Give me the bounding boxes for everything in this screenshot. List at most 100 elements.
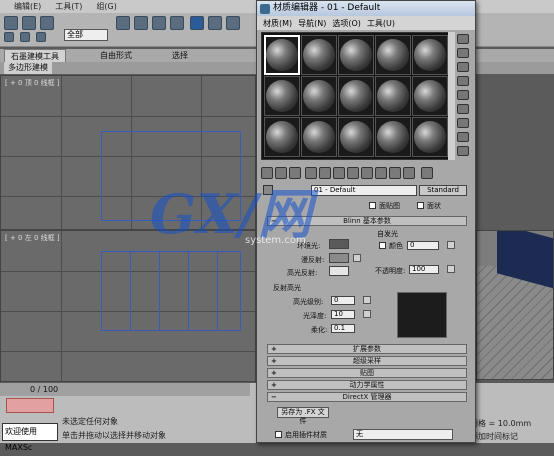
diffuse-map-button[interactable] — [353, 254, 361, 262]
maxscript-listener[interactable] — [6, 398, 54, 413]
menu-group[interactable]: 组(G) — [96, 1, 116, 12]
opacity-map-button[interactable] — [447, 265, 455, 273]
add-time-tag[interactable]: 添加时间标记 — [470, 431, 518, 442]
menu-navigation[interactable]: 导航(N) — [298, 18, 326, 29]
put-to-library-icon[interactable] — [333, 167, 345, 179]
material-sphere-preview — [340, 39, 372, 71]
material-sample-slot[interactable] — [375, 35, 411, 75]
options-icon[interactable] — [457, 118, 469, 128]
move-icon[interactable] — [190, 16, 204, 30]
viewport-perspective[interactable] — [476, 230, 554, 380]
window-crossing-icon[interactable] — [170, 16, 184, 30]
select-object-icon[interactable] — [116, 16, 130, 30]
opacity-spinner[interactable]: 100 — [409, 265, 439, 274]
sample-type-icon[interactable] — [457, 34, 469, 44]
material-editor-titlebar[interactable]: 材质编辑器 - 01 - Default — [257, 1, 475, 16]
backlight-icon[interactable] — [457, 48, 469, 58]
link-icon[interactable] — [40, 16, 54, 30]
material-sample-slot[interactable] — [264, 117, 300, 157]
tab-poly-modeling[interactable]: 多边形建模 — [4, 62, 52, 74]
scale-icon[interactable] — [226, 16, 240, 30]
material-sample-slot[interactable] — [338, 117, 374, 157]
material-sample-slot[interactable] — [375, 76, 411, 116]
show-end-result-icon[interactable] — [375, 167, 387, 179]
viewport-left-label[interactable]: [ + 0 左 0 线框 ] — [5, 233, 60, 243]
pick-from-object-icon[interactable] — [421, 167, 433, 179]
self-illum-map-button[interactable] — [447, 241, 455, 249]
undo-icon[interactable] — [4, 16, 18, 30]
spec-level-spinner[interactable]: 0 — [331, 296, 355, 305]
material-sample-slot[interactable] — [301, 35, 337, 75]
time-slider[interactable]: 0 / 100 — [0, 383, 250, 396]
select-by-material-icon[interactable] — [457, 132, 469, 142]
tab-selection[interactable]: 选择 — [166, 49, 194, 62]
material-sample-slot[interactable] — [375, 117, 411, 157]
material-sample-slot[interactable] — [338, 76, 374, 116]
diffuse-swatch[interactable] — [329, 253, 349, 263]
material-sphere-preview — [414, 121, 446, 153]
rollout-dynamics[interactable]: + 动力学属性 — [267, 380, 467, 390]
uv-tiling-icon[interactable] — [457, 76, 469, 86]
angle-snap-icon[interactable] — [20, 32, 30, 42]
self-illum-spinner[interactable]: 0 — [407, 241, 439, 250]
material-sample-slot[interactable] — [412, 76, 448, 116]
select-by-name-icon[interactable] — [134, 16, 148, 30]
material-sample-slot[interactable] — [301, 117, 337, 157]
enable-plugin-checkbox[interactable] — [275, 431, 282, 438]
video-color-check-icon[interactable] — [457, 90, 469, 100]
rollout-directx-manager[interactable]: − DirectX 管理器 — [267, 392, 467, 402]
material-id-channel-icon[interactable] — [347, 167, 359, 179]
material-sample-slot[interactable] — [301, 76, 337, 116]
viewport-left[interactable]: [ + 0 左 0 线框 ] — [0, 230, 256, 382]
viewport-top-label[interactable]: [ + 0 顶 0 线框 ] — [5, 78, 60, 88]
menu-edit[interactable]: 编辑(E) — [14, 1, 41, 12]
specular-swatch[interactable] — [329, 266, 349, 276]
percent-snap-icon[interactable] — [36, 32, 46, 42]
rollout-supersampling[interactable]: + 超级采样 — [267, 356, 467, 366]
background-icon[interactable] — [457, 62, 469, 72]
rollout-extended-params[interactable]: + 扩展参数 — [267, 344, 467, 354]
glossiness-map-button[interactable] — [363, 310, 371, 318]
redo-icon[interactable] — [22, 16, 36, 30]
menu-utilities[interactable]: 工具(U) — [367, 18, 395, 29]
faceted-checkbox[interactable] — [417, 202, 424, 209]
material-name-field[interactable]: 01 - Default — [311, 185, 417, 196]
go-to-parent-icon[interactable] — [389, 167, 401, 179]
rect-select-icon[interactable] — [152, 16, 166, 30]
material-editor-title: 材质编辑器 - 01 - Default — [273, 3, 381, 13]
spec-level-map-button[interactable] — [363, 296, 371, 304]
material-sample-slot[interactable] — [338, 35, 374, 75]
glossiness-spinner[interactable]: 10 — [331, 310, 355, 319]
tab-graphite-modeling[interactable]: 石墨建模工具 — [4, 49, 66, 62]
snap-icon[interactable] — [4, 32, 14, 42]
material-sample-slot[interactable] — [264, 76, 300, 116]
highlight-curve-preview — [397, 292, 447, 338]
ambient-swatch[interactable] — [329, 239, 349, 249]
rotate-icon[interactable] — [208, 16, 222, 30]
material-sphere-preview — [377, 39, 409, 71]
save-fx-button[interactable]: 另存为 .FX 文件 — [277, 407, 329, 425]
face-map-checkbox[interactable] — [369, 202, 376, 209]
soften-spinner[interactable]: 0.1 — [331, 324, 355, 333]
material-sample-slot[interactable] — [264, 35, 300, 75]
material-navigator-icon[interactable] — [457, 146, 469, 156]
material-type-button[interactable]: Standard — [419, 185, 467, 196]
menu-options[interactable]: 选项(O) — [332, 18, 361, 29]
menu-material[interactable]: 材质(M) — [263, 18, 292, 29]
menu-tools[interactable]: 工具(T) — [55, 1, 82, 12]
material-sample-slot[interactable] — [412, 35, 448, 75]
sample-slots-scrollbar[interactable] — [448, 32, 455, 160]
material-sample-slot[interactable] — [412, 117, 448, 157]
make-unique-icon[interactable] — [319, 167, 331, 179]
rollout-maps[interactable]: + 贴图 — [267, 368, 467, 378]
glossiness-label: 光泽度: — [303, 312, 327, 320]
plugin-material-dropdown[interactable]: 无 — [353, 429, 453, 440]
tab-freeform[interactable]: 自由形式 — [94, 49, 138, 62]
show-map-in-viewport-icon[interactable] — [361, 167, 373, 179]
maxscript-mini-listener[interactable]: 欢迎使用 MAXSc — [2, 423, 58, 452]
self-illum-color-checkbox[interactable] — [379, 242, 386, 249]
material-sphere-preview — [377, 80, 409, 112]
go-forward-sibling-icon[interactable] — [403, 167, 415, 179]
make-preview-icon[interactable] — [457, 104, 469, 114]
selection-filter-dropdown[interactable]: 全部 — [64, 29, 108, 41]
